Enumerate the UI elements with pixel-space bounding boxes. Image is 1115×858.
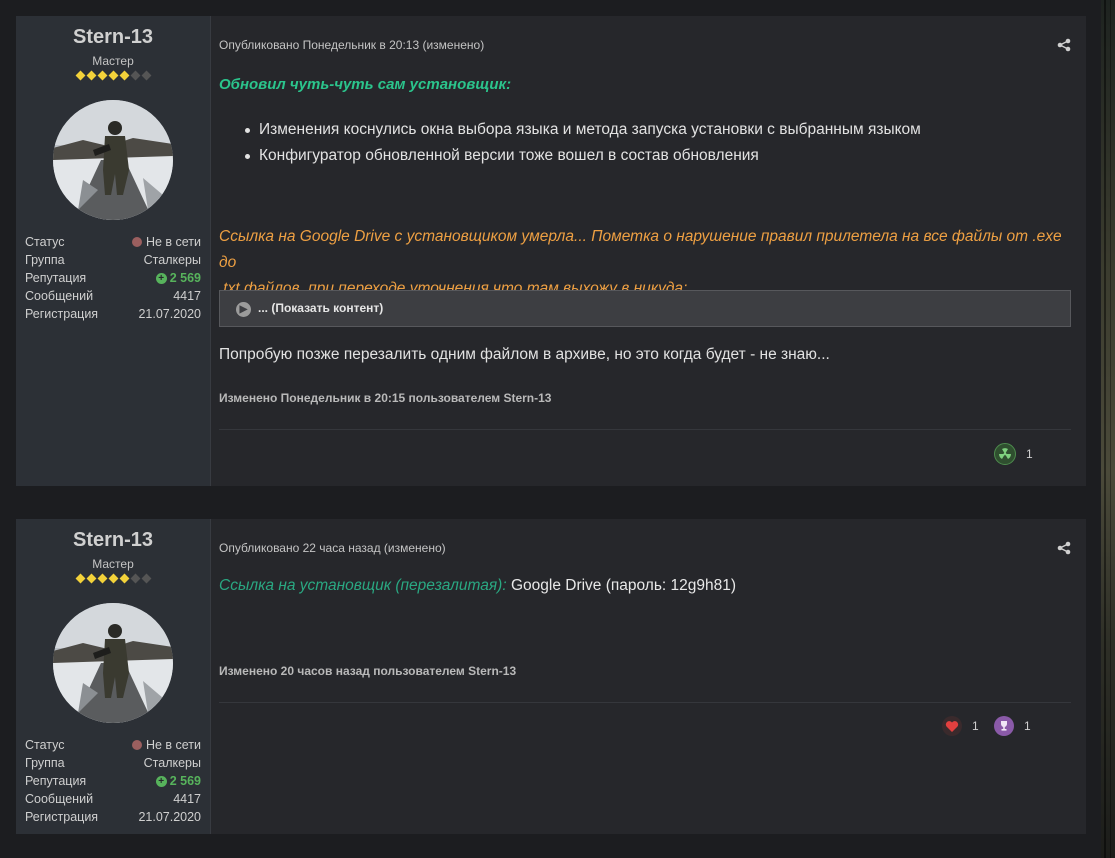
stat-label-group: Группа — [25, 756, 65, 770]
post-meta[interactable]: Опубликовано 22 часа назад (изменено) — [219, 541, 446, 555]
reaction-count: 1 — [1024, 719, 1031, 733]
forum-post: Stern-13 Мастер Статус Не в сети Группа Ст… — [16, 519, 1086, 834]
author-panel: Stern-13 Мастер Статус Не в сети Группа Ст… — [16, 16, 211, 486]
background-edge — [1101, 0, 1115, 858]
list-item: Изменения коснулись окна выбора языка и … — [243, 117, 921, 143]
stat-label-status: Статус — [25, 235, 65, 249]
stat-label-group: Группа — [25, 253, 65, 267]
stat-value-group: Сталкеры — [143, 756, 201, 770]
stat-label-registration: Регистрация — [25, 307, 99, 321]
stat-label-registration: Регистрация — [25, 810, 99, 824]
list-item: Конфигуратор обновленной версии тоже вош… — [243, 143, 921, 169]
rank-pips — [16, 70, 210, 81]
divider — [219, 429, 1071, 430]
divider — [219, 702, 1071, 703]
avatar[interactable] — [53, 100, 173, 220]
avatar[interactable] — [53, 603, 173, 723]
stat-value-status: Не в сети — [145, 738, 201, 752]
stat-value-reputation: 2 569 — [169, 774, 201, 788]
reaction-count: 1 — [1026, 447, 1033, 461]
author-stats: Статус Не в сети Группа Сталкеры Репутация… — [25, 233, 201, 323]
plus-icon: + — [155, 775, 167, 787]
post-content: Опубликовано 22 часа назад (изменено) Сс… — [219, 519, 1071, 834]
reaction-count: 1 — [972, 719, 979, 733]
reaction-item[interactable]: 1 — [994, 716, 1031, 736]
reaction-item[interactable]: 1 — [994, 443, 1033, 465]
share-icon[interactable] — [1057, 541, 1071, 555]
spoiler-toggle[interactable]: ▶ ... (Показать контент) — [219, 290, 1071, 327]
author-stats: Статус Не в сети Группа Сталкеры Репутация… — [25, 736, 201, 826]
edited-note: Изменено Понедельник в 20:15 пользовател… — [219, 391, 552, 405]
download-link[interactable]: Google Drive (пароль: 12g9h81) — [511, 577, 736, 594]
stat-label-posts: Сообщений — [25, 792, 94, 806]
stat-label-status: Статус — [25, 738, 65, 752]
share-icon[interactable] — [1057, 38, 1071, 52]
post-paragraph: Попробую позже перезалить одним файлом в… — [219, 346, 830, 363]
offline-status-icon — [131, 740, 142, 750]
rank-pips — [16, 573, 210, 584]
radiation-icon — [994, 443, 1016, 465]
stat-value-reputation: 2 569 — [169, 271, 201, 285]
edited-note: Изменено 20 часов назад пользователем St… — [219, 664, 517, 678]
author-rank: Мастер — [92, 557, 134, 571]
author-panel: Stern-13 Мастер Статус Не в сети Группа Ст… — [16, 519, 211, 834]
author-name[interactable]: Stern-13 — [16, 529, 210, 552]
post-meta[interactable]: Опубликовано Понедельник в 20:13 (измене… — [219, 38, 484, 52]
download-line: Ссылка на установщик (перезалитая): Goog… — [219, 577, 736, 595]
author-name[interactable]: Stern-13 — [16, 26, 210, 49]
stat-label-reputation: Репутация — [25, 271, 87, 285]
plus-icon: + — [155, 272, 167, 284]
author-rank: Мастер — [92, 54, 134, 68]
warning-line: Ссылка на Google Drive с установщиком ум… — [219, 228, 1062, 271]
offline-status-icon — [131, 237, 142, 247]
stat-value-group: Сталкеры — [143, 253, 201, 267]
chevron-right-icon: ▶ — [236, 302, 251, 317]
stat-label-reputation: Репутация — [25, 774, 87, 788]
link-label: Ссылка на установщик (перезалитая): — [219, 577, 507, 594]
heart-icon — [942, 716, 962, 736]
spoiler-label: ... (Показать контент) — [258, 301, 384, 315]
post-heading: Обновил чуть-чуть сам установщик: — [219, 76, 512, 93]
trophy-icon — [994, 716, 1014, 736]
reaction-item[interactable]: 1 — [942, 716, 979, 736]
forum-post: Stern-13 Мастер Статус Не в сети Группа Ст… — [16, 16, 1086, 486]
stat-label-posts: Сообщений — [25, 289, 94, 303]
stat-value-posts: 4417 — [173, 792, 201, 806]
stat-value-registration: 21.07.2020 — [138, 810, 201, 824]
stat-value-posts: 4417 — [173, 289, 201, 303]
post-content: Опубликовано Понедельник в 20:13 (измене… — [219, 16, 1071, 486]
bullet-list: Изменения коснулись окна выбора языка и … — [243, 117, 921, 169]
stat-value-status: Не в сети — [145, 235, 201, 249]
stat-value-registration: 21.07.2020 — [138, 307, 201, 321]
